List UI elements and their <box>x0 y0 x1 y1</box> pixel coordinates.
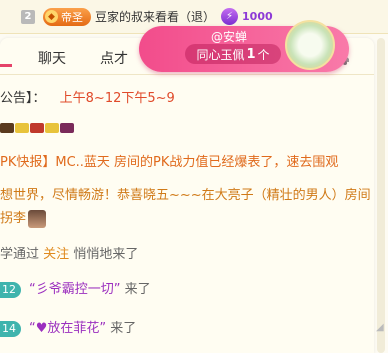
level-badge: 12 <box>0 281 21 298</box>
pk-news-message[interactable]: PK快报】MC..蓝天 房间的PK战力值已经爆表了，速去围观 <box>0 151 338 170</box>
join-verb: 来了 <box>124 282 151 297</box>
gift-name: 同心玉佩 <box>196 47 245 62</box>
badge-icon <box>30 122 44 133</box>
badge-icon <box>0 122 14 133</box>
active-tab-indicator <box>0 64 12 67</box>
welcome-line-2-text: 拐李 <box>0 211 27 226</box>
join-verb: 来了 <box>110 321 137 336</box>
emperor-badge: ◆ 帝圣 <box>43 7 91 26</box>
follow-prefix: 学通过 <box>0 247 40 262</box>
gift-unit: 个 <box>257 47 270 62</box>
gift-popup: @安蝉 同心玉佩 1 个 <box>139 20 349 72</box>
gift-info: 同心玉佩 1 个 <box>185 44 281 64</box>
join-message-2: 14 “♥放在菲花” 来了 <box>0 317 136 337</box>
follow-action[interactable]: 关注 <box>43 247 69 262</box>
rank-badge-icon: 2 <box>21 9 35 24</box>
coin-icon: ⚡ <box>221 8 239 25</box>
tab-chat[interactable]: 聊天 <box>38 48 66 68</box>
notice-prefix: 公告】： <box>0 91 46 106</box>
chat-panel: 聊天 点才 公告】： 上午8~12下午5~9 PK快报】MC..蓝天 房间的PK… <box>0 38 374 353</box>
top-username[interactable]: 豆家的叔来看看（退） <box>95 8 215 25</box>
welcome-line-2: 拐李 <box>0 207 371 230</box>
badge-icon <box>15 122 29 133</box>
notice-schedule: 上午8~12下午5~9 <box>59 91 175 106</box>
badge-label: 帝圣 <box>61 10 83 24</box>
notice-message: 公告】： 上午8~12下午5~9 <box>0 87 175 106</box>
tab-dianca[interactable]: 点才 <box>100 48 128 68</box>
chat-scrollbar[interactable] <box>377 38 385 353</box>
coin-amount: 1000 <box>242 10 273 23</box>
badge-icon <box>60 122 74 133</box>
user-avatar-icon <box>28 209 47 228</box>
badge-icon <box>45 122 59 133</box>
jade-pendant-icon <box>285 20 335 70</box>
welcome-line-1: 想世界，尽情畅游！恭喜晓五~~~在大亮子（精壮的男人）房间 <box>0 188 371 203</box>
join-message-1: 12 “彡爷霸控一切” 来了 <box>0 278 151 298</box>
resize-icon[interactable]: ◢ <box>376 322 384 333</box>
follow-message: 学通过 关注 悄悄地来了 <box>0 243 138 262</box>
gift-sender-name: @安蝉 <box>210 30 247 44</box>
join-username[interactable]: “彡爷霸控一切” <box>29 282 120 297</box>
emperor-badge-icon: ◆ <box>45 10 58 23</box>
level-badge: 14 <box>0 320 21 337</box>
follow-suffix: 悄悄地来了 <box>73 247 139 262</box>
join-username[interactable]: “♥放在菲花” <box>29 321 106 336</box>
gift-count: 1 <box>246 46 256 62</box>
welcome-message: 想世界，尽情畅游！恭喜晓五~~~在大亮子（精壮的男人）房间 拐李 <box>0 184 371 230</box>
decorative-badges-row <box>0 120 75 135</box>
